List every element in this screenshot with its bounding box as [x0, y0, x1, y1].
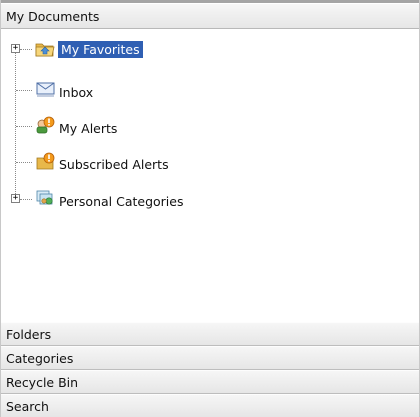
- tree-item-label: Subscribed Alerts: [59, 157, 169, 172]
- tree-connector-line: [20, 199, 32, 200]
- tree-item-subscribed-alerts[interactable]: Subscribed Alerts: [1, 152, 221, 174]
- section-recycle-bin[interactable]: Recycle Bin: [1, 370, 419, 394]
- tree-item-inbox[interactable]: Inbox: [1, 80, 201, 102]
- section-folders[interactable]: Folders: [1, 322, 419, 346]
- navigation-sections: Folders Categories Recycle Bin Search: [1, 322, 419, 417]
- tree-item-my-alerts[interactable]: My Alerts: [1, 116, 201, 138]
- tree-connector-line: [16, 162, 32, 163]
- inbox-envelope-icon: [36, 82, 55, 97]
- my-alerts-icon: [36, 116, 55, 134]
- my-documents-header[interactable]: My Documents: [1, 3, 419, 29]
- tree-connector-line: [16, 126, 32, 127]
- section-categories[interactable]: Categories: [1, 346, 419, 370]
- documents-tree: + My Favorites Inbox My Alerts Subscribe…: [1, 30, 419, 322]
- tree-item-label: Inbox: [59, 85, 94, 100]
- tree-connector-line: [16, 90, 32, 91]
- expand-icon[interactable]: +: [11, 194, 20, 203]
- tree-item-label: My Favorites: [58, 41, 143, 58]
- tree-connector-line: [20, 49, 32, 50]
- expand-icon[interactable]: +: [11, 44, 20, 53]
- section-search[interactable]: Search: [1, 394, 419, 417]
- tree-item-personal-categories[interactable]: + Personal Categories: [1, 189, 241, 211]
- tree-item-label: Personal Categories: [59, 194, 184, 209]
- tree-item-my-favorites[interactable]: + My Favorites: [1, 39, 201, 61]
- subscribed-alerts-icon: [36, 152, 55, 170]
- tree-item-label: My Alerts: [59, 121, 118, 136]
- my-documents-panel: My Documents + My Favorites Inbox My Ale…: [0, 0, 420, 417]
- personal-categories-icon: [36, 190, 53, 205]
- favorites-folder-icon: [35, 43, 55, 57]
